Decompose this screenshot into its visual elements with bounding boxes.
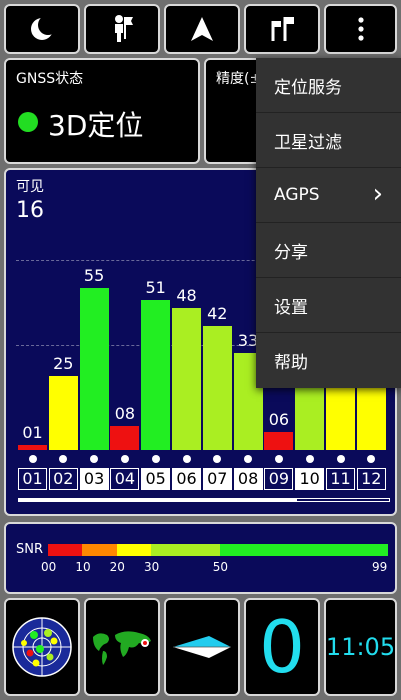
menu-item-share[interactable]: 分享 — [256, 223, 401, 278]
prn-label: 10 — [295, 468, 325, 490]
scroll-thumb[interactable] — [19, 499, 297, 501]
prn-label: 06 — [172, 468, 201, 490]
snr-bar-03 — [79, 287, 109, 450]
snr-scale-segment — [116, 544, 151, 556]
prn-label: 03 — [79, 468, 109, 490]
menu-item-label: 设置 — [274, 297, 308, 318]
prn-label: 04 — [110, 468, 140, 490]
snr-tick-label: 20 — [109, 560, 125, 574]
menu-item-label: 分享 — [274, 242, 308, 263]
chevron-right-icon: › — [372, 179, 383, 209]
snr-value-label: 42 — [207, 304, 228, 324]
satellite-dot — [336, 455, 345, 463]
snr-bar-06 — [172, 308, 201, 450]
satellite-dot — [305, 455, 314, 463]
prn-label: 01 — [18, 468, 47, 490]
menu-item-label: AGPS — [274, 185, 320, 205]
satellite-dot — [244, 455, 253, 463]
prn-label: 09 — [264, 468, 294, 490]
navigation-button[interactable] — [164, 4, 240, 54]
satellite-dot — [367, 455, 376, 463]
menu-item-label: 帮助 — [274, 353, 308, 373]
fix-status-text: 3D定位 — [48, 109, 144, 142]
snr-tick-label: 00 — [41, 560, 57, 574]
night-mode-icon — [31, 15, 56, 40]
menu-item-agps[interactable]: AGPS › — [256, 168, 401, 223]
satellites-in-use-display: 0 — [244, 598, 320, 696]
snr-tick-label: 10 — [75, 560, 91, 574]
menu-item-settings[interactable]: 设置 — [256, 278, 401, 333]
sky-view-button[interactable] — [4, 598, 80, 696]
satellites-in-use-count: 0 — [259, 605, 305, 689]
navigation-arrow-icon — [191, 17, 213, 41]
snr-value-label: 55 — [83, 265, 105, 285]
snr-scale-segment — [219, 544, 388, 556]
world-map-icon — [89, 627, 155, 667]
satellite-dot — [274, 455, 283, 463]
satellite-dot — [213, 455, 222, 463]
snr-bar-05 — [141, 299, 171, 450]
prn-label: 08 — [233, 468, 263, 490]
menu-item-help[interactable]: 帮助 — [256, 333, 401, 388]
satellite-dot — [90, 455, 99, 463]
compass-button[interactable] — [164, 598, 240, 696]
snr-bar-01 — [18, 445, 47, 450]
snr-label: SNR — [16, 542, 44, 557]
overflow-menu: 定位服务 卫星过滤 AGPS › 分享 设置 帮助 — [256, 58, 401, 388]
snr-tick-label: 99 — [372, 560, 388, 574]
snr-scale-segment — [82, 544, 117, 556]
snr-scale-segment — [151, 544, 220, 556]
satellite-dot — [151, 455, 160, 463]
gnss-status-label: GNSS状态 — [16, 71, 84, 87]
flags-icon — [271, 17, 294, 41]
snr-tick-label: 30 — [144, 560, 160, 574]
snr-bar-09 — [264, 432, 294, 450]
waypoint-button[interactable] — [244, 4, 320, 54]
menu-item-location-service[interactable]: 定位服务 — [256, 58, 401, 113]
overflow-menu-button[interactable] — [324, 4, 397, 54]
person-icon — [115, 15, 133, 42]
accuracy-label: 精度(± — [216, 71, 262, 87]
snr-value-label: 48 — [176, 286, 197, 306]
menu-item-label: 定位服务 — [274, 77, 342, 98]
scroll-track[interactable] — [18, 498, 390, 502]
prn-label: 05 — [141, 468, 171, 490]
snr-value-label: 06 — [268, 410, 290, 430]
satellite-dot — [120, 455, 129, 463]
snr-bar-02 — [48, 376, 78, 450]
overflow-menu-icon — [357, 17, 364, 41]
night-mode-button[interactable] — [4, 4, 80, 54]
snr-value-label: 25 — [53, 354, 74, 374]
clock-display: 11:05 — [324, 598, 397, 696]
snr-bar-04 — [110, 426, 140, 450]
clock-time: 11:05 — [325, 633, 396, 661]
snr-value-label: 01 — [22, 423, 43, 442]
prn-label: 07 — [202, 468, 232, 490]
prn-label: 02 — [48, 468, 78, 490]
person-button[interactable] — [84, 4, 160, 54]
snr-scale-segment — [48, 544, 83, 556]
fix-indicator — [18, 112, 38, 132]
satellite-dot — [59, 455, 68, 463]
snr-color-scale — [48, 544, 388, 556]
sky-radar-icon — [12, 617, 72, 677]
satellite-dot — [182, 455, 191, 463]
prn-label: 12 — [356, 468, 386, 490]
menu-item-satellite-filter[interactable]: 卫星过滤 — [256, 113, 401, 168]
compass-needle-icon — [173, 636, 231, 658]
gnss-status-panel: GNSS状态 3D定位 — [4, 58, 200, 164]
menu-item-label: 卫星过滤 — [274, 132, 342, 153]
snr-tick-label: 50 — [212, 560, 228, 574]
satellite-dot — [28, 455, 37, 463]
snr-value-label: 08 — [114, 404, 136, 424]
map-button[interactable] — [84, 598, 160, 696]
prn-label: 11 — [326, 468, 355, 490]
snr-legend-panel: SNR 00 10 20 30 50 99 — [4, 522, 397, 594]
